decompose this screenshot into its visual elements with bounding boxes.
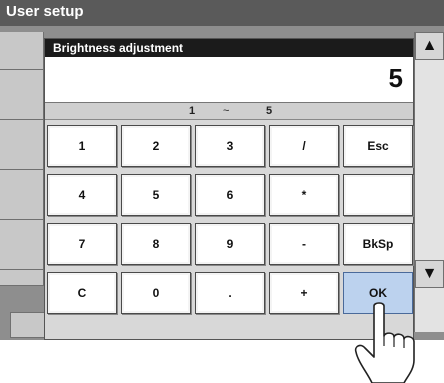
- key-3[interactable]: 3: [195, 125, 265, 167]
- left-list-row[interactable]: [0, 220, 44, 270]
- key-4[interactable]: 4: [47, 174, 117, 216]
- key-8[interactable]: 8: [121, 223, 191, 265]
- key-clear[interactable]: C: [47, 272, 117, 314]
- key-1[interactable]: 1: [47, 125, 117, 167]
- key-decimal[interactable]: .: [195, 272, 265, 314]
- value-display[interactable]: 5: [45, 57, 413, 103]
- key-backspace[interactable]: BkSp: [343, 223, 413, 265]
- left-list-row[interactable]: [0, 170, 44, 220]
- left-list-row[interactable]: [0, 70, 44, 120]
- key-divide[interactable]: /: [269, 125, 339, 167]
- key-0[interactable]: 0: [121, 272, 191, 314]
- brightness-dialog: Brightness adjustment 5 1 ~ 5 1 2 3 / Es…: [44, 38, 414, 340]
- key-multiply[interactable]: *: [269, 174, 339, 216]
- key-esc[interactable]: Esc: [343, 125, 413, 167]
- range-separator: ~: [223, 105, 230, 117]
- arrow-up-icon[interactable]: ▲: [415, 32, 444, 60]
- window-title: User setup: [6, 3, 84, 20]
- key-7[interactable]: 7: [47, 223, 117, 265]
- key-2[interactable]: 2: [121, 125, 191, 167]
- key-blank[interactable]: [343, 174, 413, 216]
- dialog-title: Brightness adjustment: [45, 39, 413, 57]
- arrow-down-icon[interactable]: ▼: [415, 260, 444, 288]
- current-value: 5: [388, 63, 403, 93]
- scrollbar[interactable]: ▲ ▼: [414, 32, 444, 332]
- key-plus[interactable]: +: [269, 272, 339, 314]
- left-list-row[interactable]: [0, 32, 44, 70]
- range-min: 1: [189, 105, 196, 117]
- left-list-row[interactable]: [0, 120, 44, 170]
- pointing-hand-icon: [354, 302, 415, 383]
- range-indicator: 1 ~ 5: [45, 103, 413, 120]
- range-max: 5: [266, 105, 273, 117]
- key-minus[interactable]: -: [269, 223, 339, 265]
- key-9[interactable]: 9: [195, 223, 265, 265]
- key-5[interactable]: 5: [121, 174, 191, 216]
- title-bar: User setup: [0, 0, 444, 26]
- left-list-row[interactable]: [0, 270, 44, 286]
- key-6[interactable]: 6: [195, 174, 265, 216]
